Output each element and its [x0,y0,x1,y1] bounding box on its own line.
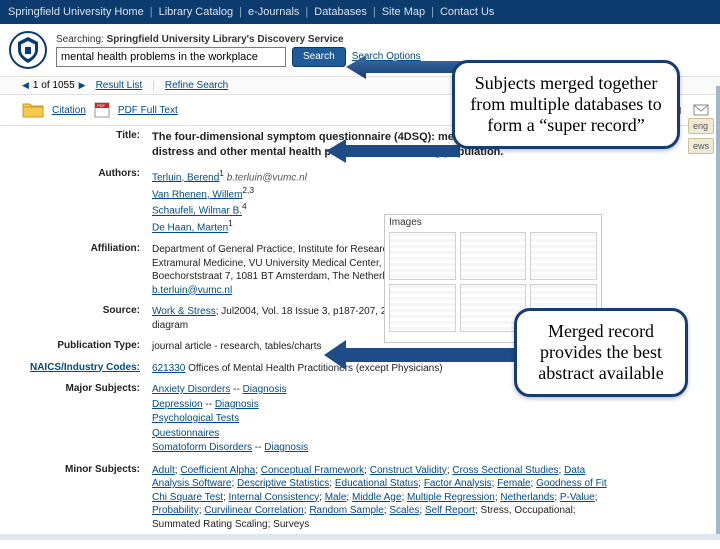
subject-link[interactable]: Questionnaires [152,428,219,439]
label-pubtype: Publication Type: [22,340,152,351]
subject-link[interactable]: Depression [152,399,203,410]
label-majors: Major Subjects: [22,383,152,394]
subject-link[interactable]: Anxiety Disorders [152,384,230,395]
label-naics: NAICS/Industry Codes: [22,362,152,373]
affiliation-email-link[interactable]: b.terluin@vumc.nl [152,285,232,296]
label-title: Title: [22,130,152,141]
subject-link[interactable]: Curvilinear Correlation [204,505,303,516]
subject-link[interactable]: Cross Sectional Studies [452,465,558,476]
subject-link[interactable]: Self Report [425,505,475,516]
search-input[interactable] [56,47,286,67]
record-authors: Terluin, Berend1 b.terluin@vumc.nl Van R… [152,168,307,235]
result-list-link[interactable]: Result List [96,80,143,91]
record-minor-subjects: Adult; Coefficient Alpha; Conceptual Fra… [152,464,612,532]
subject-link[interactable]: Descriptive Statistics [237,478,329,489]
subject-link[interactable]: Internal Consistency [229,492,320,503]
subject-link[interactable]: P-Value [560,492,595,503]
subject-link[interactable]: Scales [389,505,419,516]
email-icon[interactable] [692,101,710,119]
naics-code-link[interactable]: 621330 [152,363,185,374]
label-source: Source: [22,305,152,316]
record-major-subjects: Anxiety Disorders -- DiagnosisDepression… [152,383,308,456]
callout-merged-abstract: Merged record provides the best abstract… [514,308,688,397]
pager-next-icon[interactable]: ▶ [79,80,86,91]
source-link[interactable]: Work & Stress [152,306,216,317]
search-button[interactable]: Search [292,47,346,67]
image-thumbnail[interactable] [530,232,597,280]
author-link[interactable]: Schaufeli, Wilmar B. [152,206,242,217]
subject-link[interactable]: Diagnosis [243,384,287,395]
nav-catalog[interactable]: Library Catalog [159,6,234,18]
pager: ◀ 1 of 1055 ▶ [22,80,86,91]
pager-prev-icon[interactable]: ◀ [22,80,29,91]
callout-arrow-bottom [324,338,524,372]
subject-link[interactable]: Multiple Regression [407,492,495,503]
callout-subjects-merged: Subjects merged together from multiple d… [452,60,680,149]
label-minors: Minor Subjects: [22,464,152,475]
author-link[interactable]: Van Rhenen, Willem [152,189,242,200]
subject-link[interactable]: Psychological Tests [152,413,239,424]
search-scope-label: Searching: Springfield University Librar… [56,34,712,45]
bottom-strip [0,534,720,540]
image-thumbnail[interactable] [389,232,456,280]
subject-link[interactable]: Middle Age [352,492,401,503]
subject-link[interactable]: Male [325,492,347,503]
right-scroll-strip [716,86,720,540]
folder-icon [22,101,44,119]
callout-arrow-mid [326,136,460,166]
subject-link[interactable]: Female [497,478,530,489]
image-thumbnail[interactable] [460,232,527,280]
subject-link[interactable]: Netherlands [500,492,554,503]
subject-link[interactable]: Probability [152,505,199,516]
label-authors: Authors: [22,168,152,179]
nav-databases[interactable]: Databases [314,6,367,18]
pdf-fulltext-link[interactable]: PDF Full Text [118,105,178,116]
subject-link[interactable]: Adult [152,465,175,476]
citation-link[interactable]: Citation [52,105,86,116]
refine-search-link[interactable]: Refine Search [165,80,228,91]
image-thumbnail[interactable] [389,284,456,332]
images-panel-header: Images [389,217,597,228]
label-affiliation: Affiliation: [22,243,152,254]
subject-link[interactable]: Coefficient Alpha [180,465,255,476]
top-nav: Springfield University Home| Library Cat… [0,0,720,24]
subject-link[interactable]: Educational Status [335,478,418,489]
author-link[interactable]: Terluin, Berend [152,172,219,183]
subject-link[interactable]: Diagnosis [215,399,259,410]
subject-link[interactable]: Factor Analysis [424,478,492,489]
nav-home[interactable]: Springfield University Home [8,6,144,18]
nav-sitemap[interactable]: Site Map [382,6,425,18]
subject-link[interactable]: Construct Validity [370,465,447,476]
svg-text:PDF: PDF [97,103,106,108]
nav-ejournals[interactable]: e-Journals [248,6,299,18]
pager-position: 1 of 1055 [33,80,75,91]
university-seal-icon [8,30,48,70]
subject-link[interactable]: Diagnosis [264,442,308,453]
author-link[interactable]: De Haan, Marten [152,223,228,234]
nav-contact[interactable]: Contact Us [440,6,494,18]
subject-link[interactable]: Random Sample [309,505,383,516]
record-pubtype: journal article - research, tables/chart… [152,340,322,354]
subject-link[interactable]: Conceptual Framework [261,465,364,476]
subject-link[interactable]: Somatoform Disorders [152,442,252,453]
pdf-icon: PDF [94,102,110,118]
